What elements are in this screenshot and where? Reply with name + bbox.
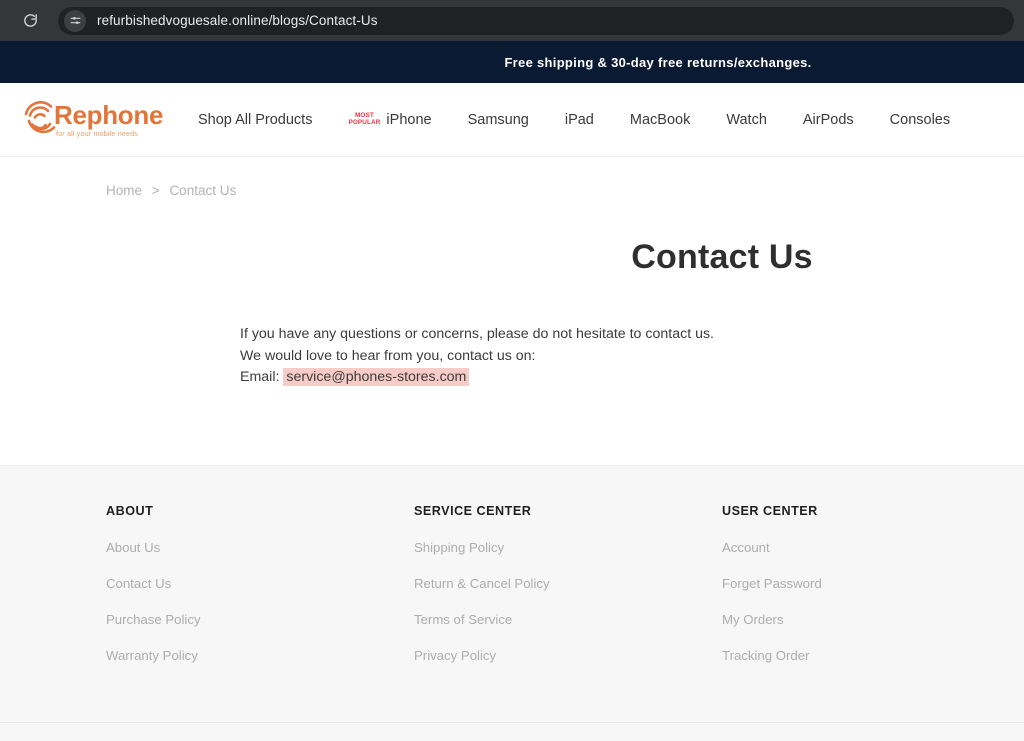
url-text: refurbishedvoguesale.online/blogs/Contac… — [97, 13, 378, 28]
nav-label: iPad — [564, 111, 594, 128]
nav-item-watch[interactable]: Watch — [726, 112, 767, 128]
breadcrumb: Home > Contact Us — [0, 157, 1024, 198]
breadcrumb-link-home[interactable]: Home — [106, 183, 142, 198]
footer-heading-about: ABOUT — [106, 504, 154, 518]
site-settings-sliders-icon[interactable] — [64, 9, 86, 32]
browser-toolbar: refurbishedvoguesale.online/blogs/Contac… — [0, 0, 1024, 41]
footer-link-purchase-policy[interactable]: Purchase Policy — [106, 612, 414, 627]
nav-item-samsung[interactable]: Samsung — [468, 112, 529, 128]
nav-label: Watch — [726, 111, 767, 128]
nav-item-shop-all-products[interactable]: Shop All Products — [198, 112, 312, 128]
email-label: Email: — [240, 369, 280, 386]
contact-email-line: Email: service@phones-stores.com — [240, 368, 1024, 387]
footer-link-return-cancel-policy[interactable]: Return & Cancel Policy — [414, 576, 722, 591]
reload-icon — [22, 12, 39, 29]
reload-button[interactable] — [16, 7, 44, 35]
site-logo[interactable]: Rephone for all your mobile needs — [18, 97, 168, 142]
footer-columns: ABOUT About Us Contact Us Purchase Polic… — [0, 466, 1024, 684]
most-popular-badge: MOST POPULAR — [348, 111, 381, 126]
nav-item-ipad[interactable]: iPad — [565, 112, 594, 128]
nav-label: MacBook — [629, 111, 691, 128]
footer-link-tracking-order[interactable]: Tracking Order — [722, 648, 1022, 663]
footer-link-warranty-policy[interactable]: Warranty Policy — [106, 648, 414, 663]
contact-content: If you have any questions or concerns, p… — [0, 325, 1024, 387]
footer-link-about-us[interactable]: About Us — [106, 540, 414, 555]
site-header: Rephone for all your mobile needs Shop A… — [0, 83, 1024, 157]
nav-label: Shop All Products — [198, 111, 313, 128]
footer-heading-service-center: SERVICE CENTER — [414, 504, 532, 518]
footer-column-about: ABOUT About Us Contact Us Purchase Polic… — [106, 504, 414, 684]
nav-label: Consoles — [889, 111, 951, 128]
footer-heading-user-center: USER CENTER — [722, 504, 818, 518]
nav-label: iPhone — [386, 111, 432, 128]
email-address[interactable]: service@phones-stores.com — [283, 368, 470, 387]
nav-item-airpods[interactable]: AirPods — [803, 112, 854, 128]
nav-item-macbook[interactable]: MacBook — [630, 112, 690, 128]
breadcrumb-current: Contact Us — [169, 183, 237, 198]
footer-link-my-orders[interactable]: My Orders — [722, 612, 1022, 627]
nav-item-consoles[interactable]: Consoles — [890, 112, 950, 128]
logo-tagline: for all your mobile needs — [56, 128, 139, 138]
address-bar[interactable]: refurbishedvoguesale.online/blogs/Contac… — [58, 6, 1014, 35]
page-viewport: Free shipping & 30-day free returns/exch… — [0, 41, 1024, 741]
breadcrumb-separator: > — [151, 183, 160, 198]
main-navigation: Shop All Products MOST POPULAR iPhone Sam… — [198, 112, 950, 128]
page-title: Contact Us — [631, 238, 813, 276]
footer-divider — [0, 722, 1024, 723]
nav-item-iphone[interactable]: MOST POPULAR iPhone — [348, 112, 431, 128]
nav-label: AirPods — [802, 111, 854, 128]
logo-wordmark: Rephone — [54, 99, 164, 130]
footer-column-service-center: SERVICE CENTER Shipping Policy Return & … — [414, 504, 722, 684]
contact-paragraph-2: We would love to hear from you, contact … — [240, 347, 536, 364]
footer-link-account[interactable]: Account — [722, 540, 1022, 555]
footer-link-forget-password[interactable]: Forget Password — [722, 576, 1022, 591]
footer-link-contact-us[interactable]: Contact Us — [106, 576, 414, 591]
site-footer: ABOUT About Us Contact Us Purchase Polic… — [0, 465, 1024, 741]
contact-paragraph-1: If you have any questions or concerns, p… — [240, 326, 714, 342]
announcement-banner: Free shipping & 30-day free returns/exch… — [0, 41, 1024, 83]
nav-label: Samsung — [467, 111, 529, 128]
footer-link-privacy-policy[interactable]: Privacy Policy — [414, 648, 722, 663]
announcement-text: Free shipping & 30-day free returns/exch… — [504, 54, 812, 70]
footer-column-user-center: USER CENTER Account Forget Password My O… — [722, 504, 1022, 684]
footer-link-terms-of-service[interactable]: Terms of Service — [414, 612, 722, 627]
footer-link-shipping-policy[interactable]: Shipping Policy — [414, 540, 722, 555]
